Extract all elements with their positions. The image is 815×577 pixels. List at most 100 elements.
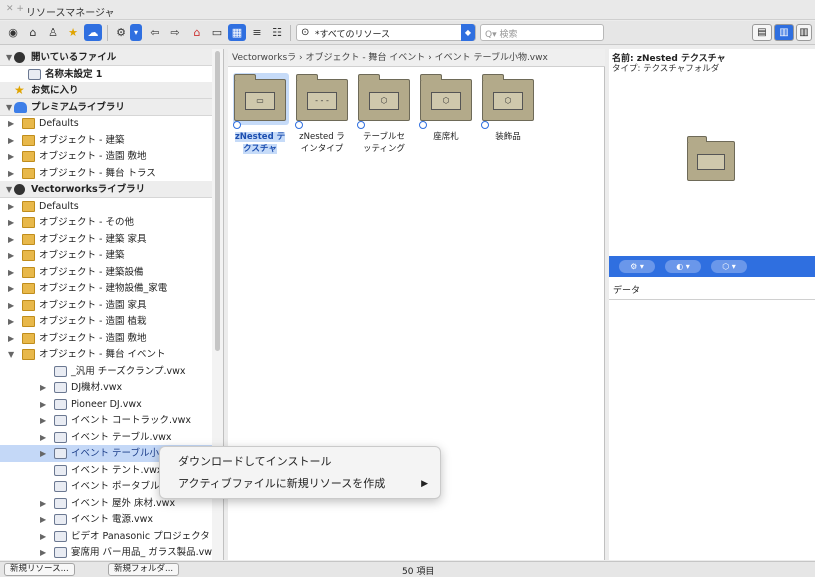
new-folder-button[interactable]: 新規フォルダ... (108, 563, 180, 576)
tree-item-label: イベント テーブル小 (71, 448, 159, 459)
view-mode-select[interactable]: ◐ ▾ (665, 260, 701, 273)
disclosure-open-icon[interactable]: ▼ (6, 99, 12, 115)
cloud-library-icon[interactable]: ☁ (84, 24, 102, 41)
disclosure-closed-icon[interactable]: ▶ (40, 412, 46, 429)
disclosure-closed-icon[interactable]: ▶ (8, 198, 14, 215)
tree-item[interactable]: ▶ イベント コートラック.vwx (0, 412, 212, 429)
disclosure-closed-icon[interactable]: ▶ (8, 132, 14, 149)
tree-section-header[interactable]: ★ お気に入り (0, 82, 212, 99)
tree-item[interactable]: ▶ オブジェクト - 建物設備_家電 (0, 280, 212, 297)
tile-caption-line2: クスチャ (243, 144, 277, 154)
tree-item[interactable]: ▶ オブジェクト - 舞台 トラス (0, 165, 212, 182)
resource-tile[interactable]: ⬡ 装飾品 (478, 71, 538, 181)
disclosure-closed-icon[interactable]: ▶ (40, 396, 46, 413)
tree-view-icon[interactable]: ☷ (268, 24, 286, 41)
tree-item[interactable]: ▶ Defaults (0, 198, 212, 215)
filter-icon: ⊙ (301, 27, 310, 38)
disclosure-closed-icon[interactable]: ▶ (40, 495, 46, 512)
search-input[interactable]: Q▾ 検索 (480, 24, 604, 41)
tree-item[interactable]: ▶ Pioneer DJ.vwx (0, 396, 212, 413)
tree-item[interactable]: _汎用 チーズクランプ.vwx (0, 363, 212, 380)
disclosure-closed-icon[interactable]: ▶ (8, 115, 14, 132)
disclosure-closed-icon[interactable]: ▶ (8, 165, 14, 182)
tree-item[interactable]: ▶ オブジェクト - 造園 敷地 (0, 330, 212, 347)
disclosure-closed-icon[interactable]: ▶ (40, 429, 46, 446)
tree-item[interactable]: ▶ イベント 電源.vwx (0, 511, 212, 528)
data-header: データ (609, 282, 815, 300)
tree-item[interactable]: ▶ オブジェクト - 建築設備 (0, 264, 212, 281)
disclosure-closed-icon[interactable]: ▶ (40, 544, 46, 560)
tree-item[interactable]: ▶ 宴席用 バー用品_ ガラス製品.vw (0, 544, 212, 560)
folder-icon (22, 299, 35, 311)
home-icon[interactable]: ⌂ (188, 24, 206, 41)
disclosure-closed-icon[interactable]: ▶ (8, 247, 14, 264)
home-library-icon[interactable]: ⌂ (24, 24, 42, 41)
window-controls-icon[interactable]: ✕ + (6, 4, 24, 14)
tree-item[interactable]: ▶ オブジェクト - 造園 植栽 (0, 313, 212, 330)
tile-caption: zNested テクスチャ (230, 131, 290, 155)
resource-tile[interactable]: ⬡ 座席札 (416, 71, 476, 181)
resource-info-pane: 名前: zNested テクスチャ タイプ: テクスチャフォルダ ⚙ ▾ ◐ ▾… (609, 49, 815, 560)
resource-preview-folder-icon (687, 136, 735, 181)
resource-filter-select[interactable]: ⊙ *すべてのリソース ◆ (296, 24, 476, 41)
left-scroll-thumb[interactable] (215, 51, 220, 351)
disclosure-closed-icon[interactable]: ▶ (40, 445, 46, 462)
disclosure-closed-icon[interactable]: ▶ (8, 231, 14, 248)
tree-item-label: DJ機材.vwx (71, 382, 123, 393)
panel-toggle-extra-icon[interactable]: ▥ (796, 24, 812, 41)
disclosure-closed-icon[interactable]: ▶ (40, 379, 46, 396)
tree-item[interactable]: ▶ オブジェクト - 建築 家具 (0, 231, 212, 248)
disclosure-closed-icon[interactable]: ▶ (40, 511, 46, 528)
preview-controls-bar: ⚙ ▾ ◐ ▾ ⬡ ▾ (609, 256, 815, 277)
projection-select[interactable]: ⬡ ▾ (711, 260, 747, 273)
panel-toggle-right-icon[interactable]: ▥ (774, 24, 794, 41)
disclosure-open-icon[interactable]: ▼ (6, 49, 12, 65)
tree-section-header[interactable]: ▼ 開いているファイル (0, 49, 212, 66)
tree-item[interactable]: ▶ イベント テーブル.vwx (0, 429, 212, 446)
back-arrow-icon[interactable]: ⇦ (146, 24, 164, 41)
resource-tile[interactable]: - - - zNested ラインタイプ (292, 71, 352, 181)
breadcrumb[interactable]: Vectorworksラ › オブジェクト - 舞台 イベント › イベント テ… (228, 49, 605, 67)
window-title: リソースマネージャ (26, 8, 115, 19)
tree-section-header[interactable]: ▼ プレミアムライブラリ (0, 98, 212, 116)
resource-tile[interactable]: ▭ zNested テクスチャ (230, 71, 290, 181)
shared-library-icon[interactable]: ♙ (44, 24, 62, 41)
new-document-icon[interactable]: ▭ (208, 24, 226, 41)
tree-item[interactable]: ▶ オブジェクト - 建築 (0, 247, 212, 264)
tree-section-header[interactable]: ▼ Vectorworksライブラリ (0, 181, 212, 198)
new-resource-button[interactable]: 新規リソース... (4, 563, 75, 576)
disclosure-closed-icon[interactable]: ▶ (8, 280, 14, 297)
disclosure-closed-icon[interactable]: ▶ (8, 264, 14, 281)
tree-item[interactable]: ▶ オブジェクト - 造園 敷地 (0, 148, 212, 165)
render-mode-select[interactable]: ⚙ ▾ (619, 260, 655, 273)
tree-item[interactable]: ▶ オブジェクト - 建築 (0, 132, 212, 149)
disclosure-closed-icon[interactable]: ▶ (8, 297, 14, 314)
settings-gear-icon[interactable]: ⚙ (112, 24, 130, 41)
tree-item[interactable]: ▶ オブジェクト - その他 (0, 214, 212, 231)
tree-item[interactable]: ▼ オブジェクト - 舞台 イベント (0, 346, 212, 363)
disclosure-open-icon[interactable]: ▼ (6, 181, 12, 197)
disclosure-closed-icon[interactable]: ▶ (8, 214, 14, 231)
tree-item[interactable]: ▶ DJ機材.vwx (0, 379, 212, 396)
context-menu-item[interactable]: ダウンロードしてインストール (160, 452, 440, 472)
context-menu-item[interactable]: アクティブファイルに新規リソースを作成 ▶ (160, 474, 440, 494)
disclosure-closed-icon[interactable]: ▶ (8, 330, 14, 347)
disclosure-closed-icon[interactable]: ▶ (8, 313, 14, 330)
resource-tile[interactable]: ⬡ テーブルセ ッティング (354, 71, 414, 181)
chevron-updown-icon[interactable]: ◆ (461, 24, 475, 41)
panel-toggle-left-icon[interactable]: ▤ (752, 24, 772, 41)
tree-item[interactable]: 名称未設定 1 (0, 66, 212, 83)
tree-item[interactable]: ▶ オブジェクト - 造園 家具 (0, 297, 212, 314)
list-view-icon[interactable]: ≡ (248, 24, 266, 41)
tree-item[interactable]: ▶ Defaults (0, 115, 212, 132)
vectorworks-library-icon[interactable]: ◉ (4, 24, 22, 41)
favorites-star-icon[interactable]: ★ (64, 24, 82, 41)
forward-arrow-icon[interactable]: ⇨ (166, 24, 184, 41)
folder-open-icon (22, 349, 35, 360)
disclosure-closed-icon[interactable]: ▶ (40, 528, 46, 545)
disclosure-closed-icon[interactable]: ▶ (8, 148, 14, 165)
settings-dropdown-icon[interactable]: ▾ (130, 24, 142, 41)
disclosure-open-icon[interactable]: ▼ (8, 346, 14, 363)
thumbnail-view-icon[interactable]: ▦ (228, 24, 246, 41)
tree-item[interactable]: ▶ ビデオ Panasonic プロジェクタ (0, 528, 212, 545)
